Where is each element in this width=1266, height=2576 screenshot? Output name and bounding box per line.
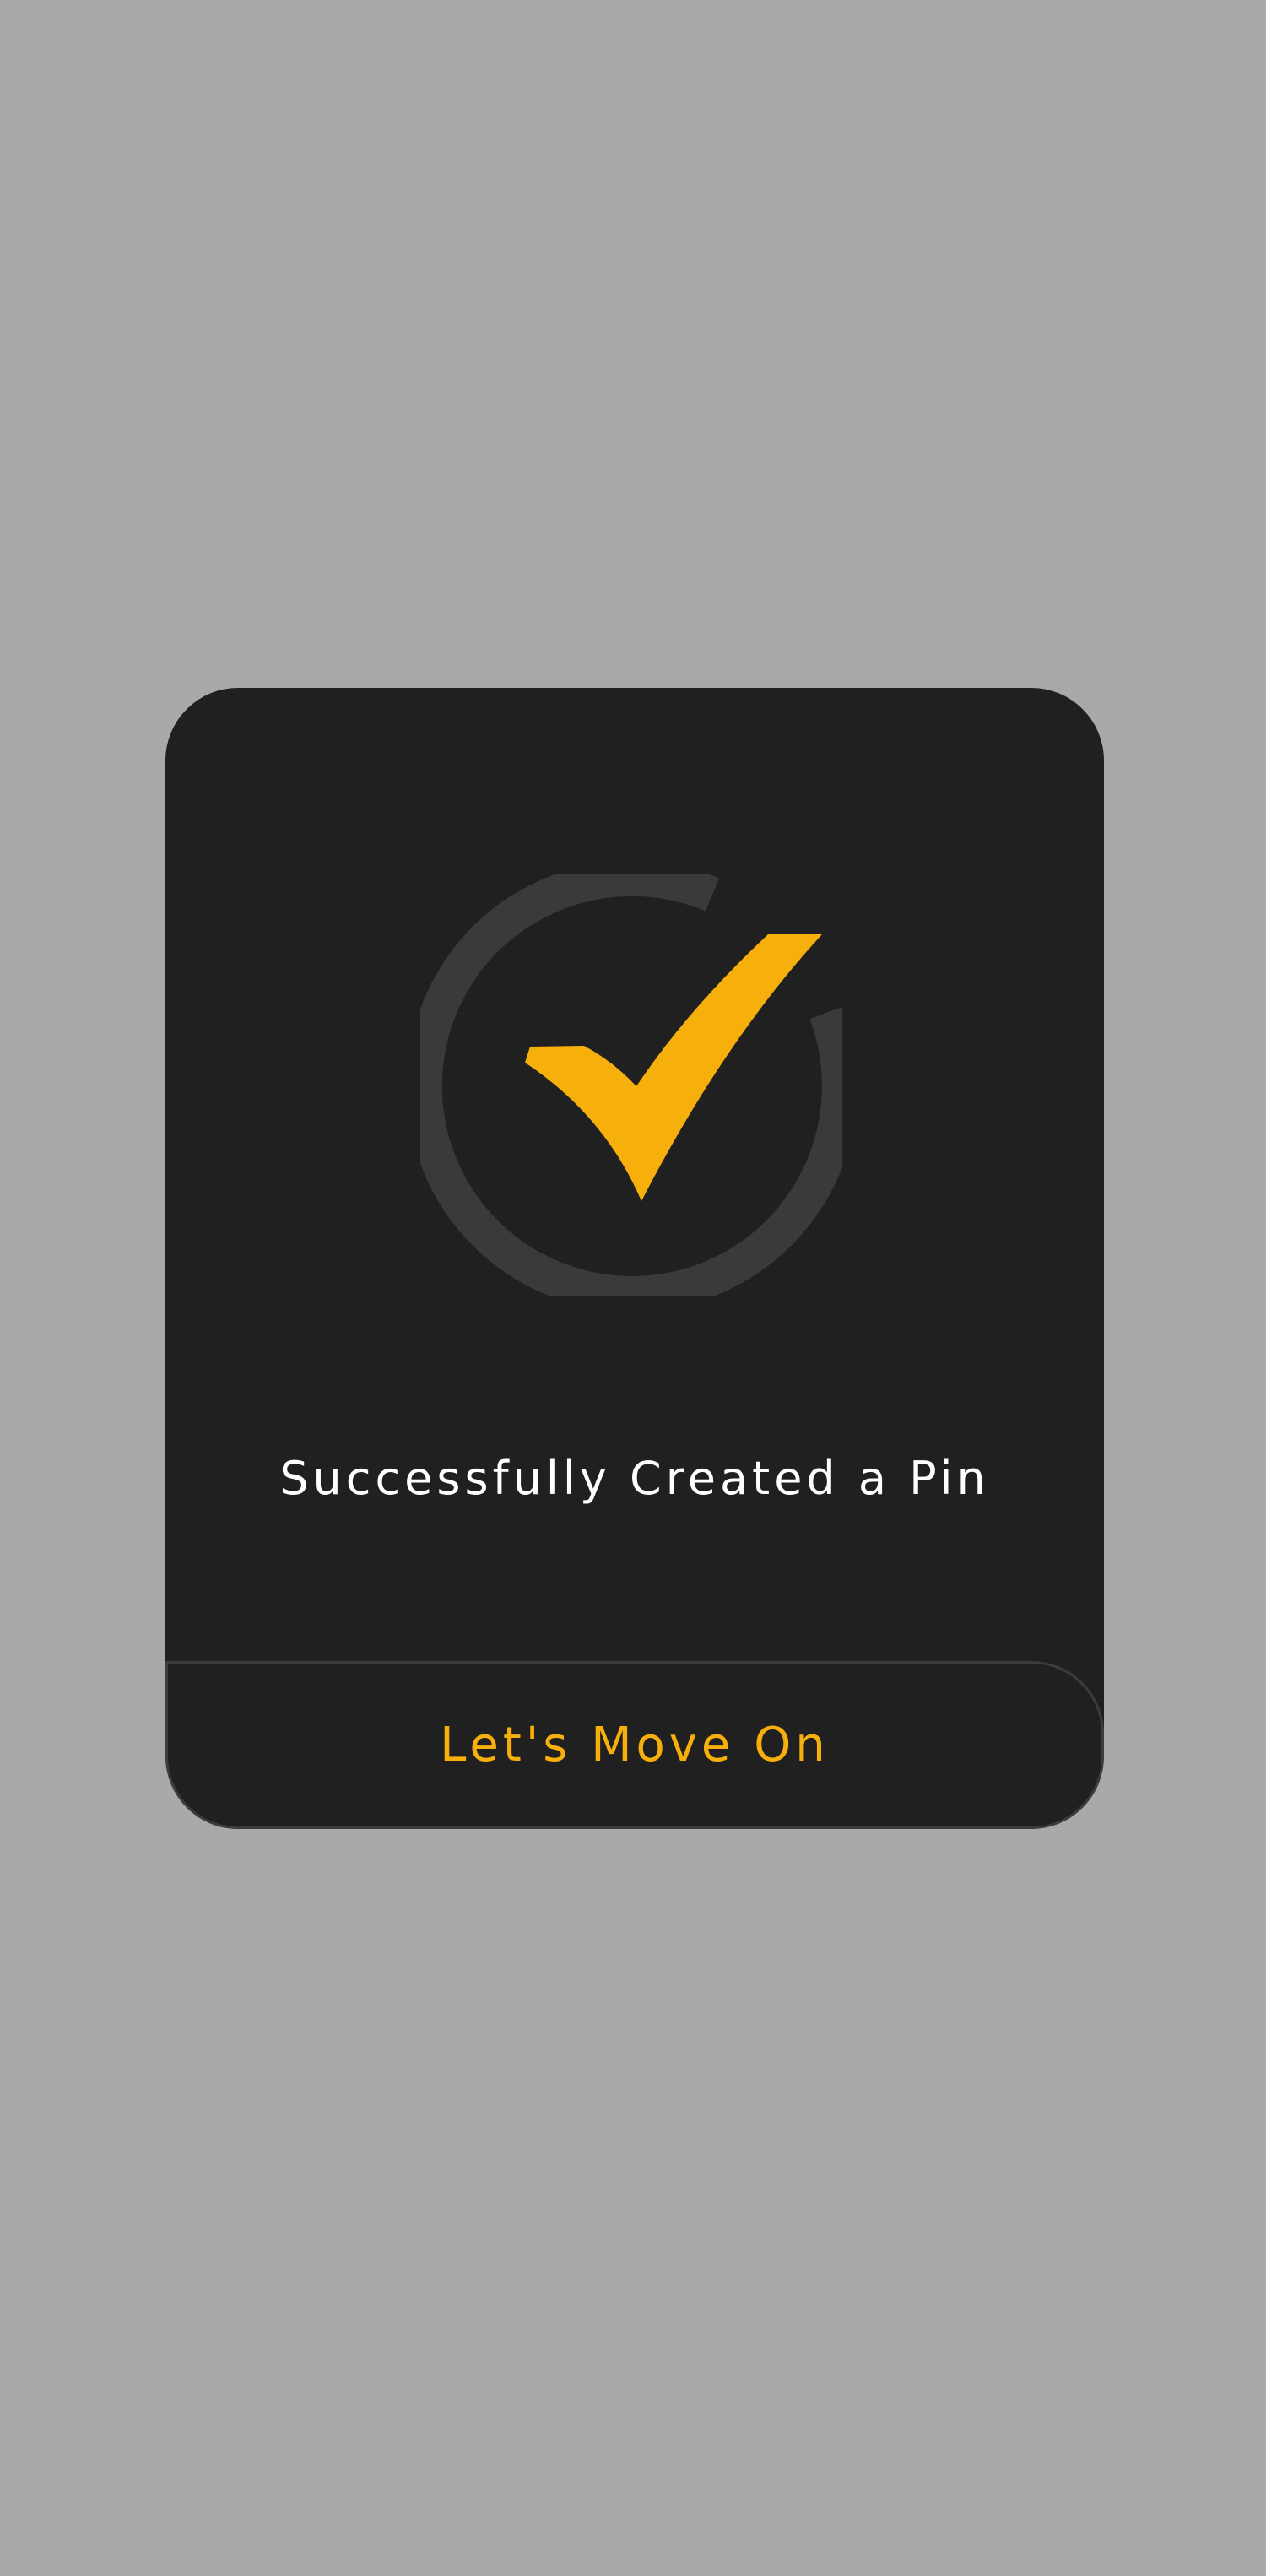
lets-move-on-label: Let's Move On — [440, 1717, 830, 1772]
success-dialog: Successfully Created a Pin Let's Move On — [165, 688, 1104, 1829]
success-message: Successfully Created a Pin — [279, 1452, 990, 1505]
lets-move-on-button[interactable]: Let's Move On — [165, 1661, 1104, 1829]
check-circle-icon — [420, 874, 842, 1296]
